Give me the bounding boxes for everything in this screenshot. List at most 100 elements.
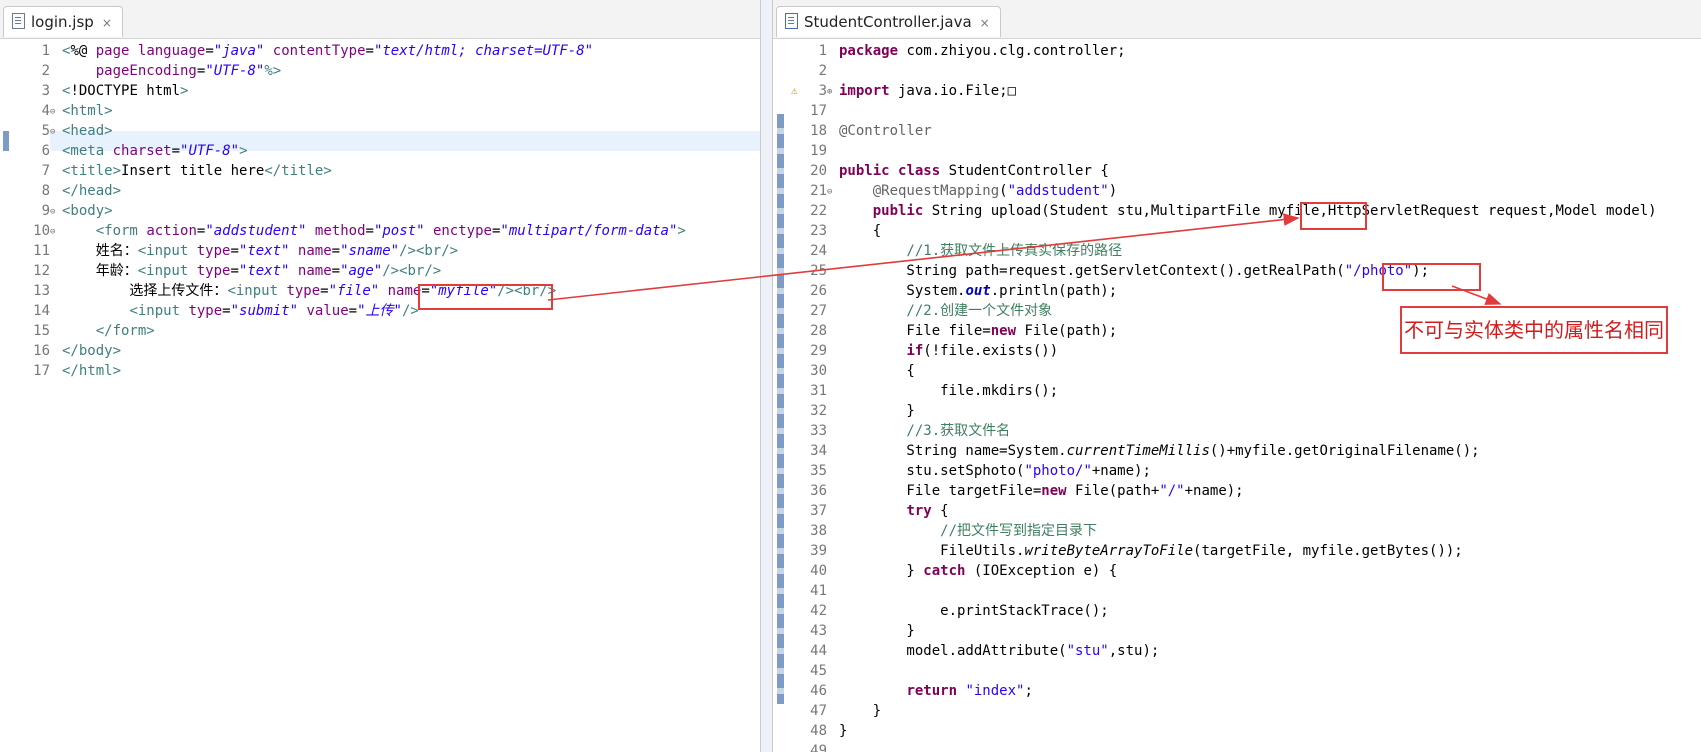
code-text: return "index"; [906, 683, 1033, 699]
jsp-code-line[interactable]: 3 <!DOCTYPE html> [22, 81, 686, 101]
line-number: 36 [810, 483, 827, 499]
jsp-code-line[interactable]: 17 </html> [22, 361, 686, 381]
java-code-line[interactable]: 22 public String upload(Student stu,Mult… [789, 201, 1657, 221]
java-code-line[interactable]: 3⊕ import java.io.File;□ [789, 81, 1657, 101]
tab-label: login.jsp [31, 13, 94, 31]
line-number: 25 [810, 263, 827, 279]
java-code-line[interactable]: 34 String name=System.currentTimeMillis(… [789, 441, 1657, 461]
java-code-line[interactable]: 25 String path=request.getServletContext… [789, 261, 1657, 281]
line-number: 27 [810, 303, 827, 319]
java-code-line[interactable]: 35 stu.setSphoto("photo/"+name); [789, 461, 1657, 481]
java-code-line[interactable]: 32 } [789, 401, 1657, 421]
java-code-line[interactable]: 39 FileUtils.writeByteArrayToFile(target… [789, 541, 1657, 561]
tab-login-jsp[interactable]: login.jsp × [3, 6, 123, 37]
fold-toggle-icon[interactable]: ⊖ [50, 222, 62, 242]
line-number: 49 [810, 743, 827, 752]
line-number: 40 [810, 563, 827, 579]
code-text: <head> [62, 123, 113, 139]
java-code-line[interactable]: 47 } [789, 701, 1657, 721]
jsp-code-line[interactable]: 16 </body> [22, 341, 686, 361]
jsp-code-line[interactable]: 13 选择上传文件：<input type="file" name="myfil… [22, 281, 686, 301]
code-text: <meta charset="UTF-8"> [62, 143, 248, 159]
jsp-code-line[interactable]: 8 </head> [22, 181, 686, 201]
fold-toggle-icon[interactable]: ⊖ [50, 202, 62, 222]
java-code-line[interactable]: 45 [789, 661, 1657, 681]
java-code-line[interactable]: 40 } catch (IOException e) { [789, 561, 1657, 581]
java-code-line[interactable]: 30 { [789, 361, 1657, 381]
jsp-code-line[interactable]: 5⊖ <head> [22, 121, 686, 141]
code-text: <form action="addstudent" method="post" … [95, 223, 686, 239]
photo-path-highlight [1382, 263, 1481, 291]
java-code-line[interactable]: 37 try { [789, 501, 1657, 521]
jsp-code-line[interactable]: 12 年龄：<input type="text" name="age"/><br… [22, 261, 686, 281]
code-text: FileUtils.writeByteArrayToFile(targetFil… [839, 543, 1463, 559]
line-number: 47 [810, 703, 827, 719]
code-text: <!DOCTYPE html> [62, 83, 189, 99]
editor-divider[interactable] [761, 0, 772, 752]
tab-student-controller[interactable]: StudentController.java × [776, 6, 1001, 37]
java-code-line[interactable]: 21⊖ @RequestMapping("addstudent") [789, 181, 1657, 201]
code-text: } catch (IOException e) { [839, 563, 1118, 579]
java-code-line[interactable]: 49 [789, 741, 1657, 752]
line-number: 31 [810, 383, 827, 399]
code-text: } [839, 403, 915, 419]
jsp-code-line[interactable]: 14 <input type="submit" value="上传"/> [22, 301, 686, 321]
java-code-line[interactable]: 1 package com.zhiyou.clg.controller; [789, 41, 1657, 61]
java-code-line[interactable]: 36 File targetFile=new File(path+"/"+nam… [789, 481, 1657, 501]
line-number: 28 [810, 323, 827, 339]
java-code-line[interactable]: 18 @Controller [789, 121, 1657, 141]
fold-toggle-icon[interactable]: ⊖ [827, 182, 839, 202]
jsp-editor[interactable]: 1 <%@ page language="java" contentType="t… [0, 39, 760, 752]
java-code-line[interactable]: 23 { [789, 221, 1657, 241]
java-code-line[interactable]: 2 [789, 61, 1657, 81]
jsp-code-line[interactable]: 11 姓名：<input type="text" name="sname"/><… [22, 241, 686, 261]
jsp-code-line[interactable]: 15 </form> [22, 321, 686, 341]
java-code-line[interactable]: 26 System.out.println(path); [789, 281, 1657, 301]
fold-toggle-icon[interactable]: ⊖ [50, 102, 62, 122]
java-code-line[interactable]: 46 return "index"; [789, 681, 1657, 701]
java-code-line[interactable]: 42 e.printStackTrace(); [789, 601, 1657, 621]
line-number: 32 [810, 403, 827, 419]
line-number: 30 [810, 363, 827, 379]
code-text: String path=request.getServletContext().… [839, 263, 1430, 279]
code-text: public String upload(Student stu,Multipa… [872, 203, 1657, 219]
line-number: 12 [33, 263, 50, 279]
code-text: File file=new File(path); [839, 323, 1118, 339]
line-number: 45 [810, 663, 827, 679]
java-editor[interactable]: ⚠ 1 package com.zhiyou.clg.controller; 2 3⊕… [789, 39, 1701, 752]
jsp-code-line[interactable]: 7 <title>Insert title here</title> [22, 161, 686, 181]
line-number: 20 [810, 163, 827, 179]
java-code-line[interactable]: 41 [789, 581, 1657, 601]
line-number: 18 [810, 123, 827, 139]
change-ruler [773, 40, 789, 752]
java-code-line[interactable]: 43 } [789, 621, 1657, 641]
java-code-line[interactable]: 20 public class StudentController { [789, 161, 1657, 181]
java-code-line[interactable]: 19 [789, 141, 1657, 161]
jsp-code-line[interactable]: 4⊖ <html> [22, 101, 686, 121]
java-code-line[interactable]: 48} [789, 721, 1657, 741]
close-icon[interactable]: × [980, 16, 990, 30]
jsp-code-line[interactable]: 2 pageEncoding="UTF-8"%> [22, 61, 686, 81]
code-text: { [839, 223, 882, 239]
code-text: 年龄：<input type="text" name="age"/><br/> [62, 263, 442, 279]
java-code-line[interactable]: 33 //3.获取文件名 [789, 421, 1657, 441]
java-code-line[interactable]: 17 [789, 101, 1657, 121]
fold-toggle-icon[interactable]: ⊕ [827, 82, 839, 102]
java-code-line[interactable]: 24 //1.获取文件上传真实保存的路径 [789, 241, 1657, 261]
close-icon[interactable]: × [102, 16, 112, 30]
jsp-code-line[interactable]: 6 <meta charset="UTF-8"> [22, 141, 686, 161]
jsp-code-line[interactable]: 10⊖ <form action="addstudent" method="po… [22, 221, 686, 241]
jsp-code-line[interactable]: 9⊖ <body> [22, 201, 686, 221]
code-text: pageEncoding="UTF-8"%> [95, 63, 282, 79]
code-text: model.addAttribute("stu",stu); [839, 643, 1160, 659]
java-code-line[interactable]: 31 file.mkdirs(); [789, 381, 1657, 401]
code-text: System.out.println(path); [839, 283, 1118, 299]
java-code-line[interactable]: 44 model.addAttribute("stu",stu); [789, 641, 1657, 661]
jsp-code-line[interactable]: 1 <%@ page language="java" contentType="t… [22, 41, 686, 61]
java-code-line[interactable]: 38 //把文件写到指定目录下 [789, 521, 1657, 541]
line-number: 39 [810, 543, 827, 559]
fold-toggle-icon[interactable]: ⊖ [50, 122, 62, 142]
line-number: 24 [810, 243, 827, 259]
line-number: 3 [41, 83, 50, 99]
line-number: 1 [818, 43, 827, 59]
